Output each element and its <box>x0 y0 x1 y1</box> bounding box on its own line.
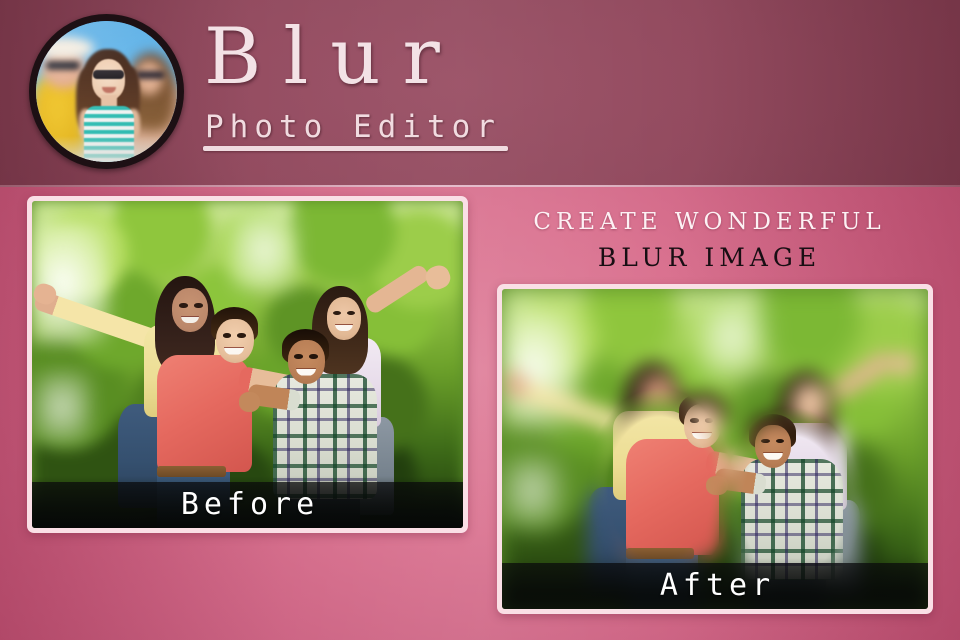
girl-yellow-eye-right <box>194 303 203 308</box>
boy-red-eye-right <box>237 333 246 338</box>
before-caption-label: Before <box>180 487 320 522</box>
girl-lilac-arm-right <box>363 262 431 316</box>
app-subtitle: Photo Editor <box>205 109 501 145</box>
app-screen: Blur Photo Editor CREATE WONDERFUL BLUR … <box>0 0 960 640</box>
after-photo-frame[interactable]: After <box>497 284 933 614</box>
girl-lilac-hand-right <box>422 262 454 293</box>
girl-lilac-face <box>326 297 362 340</box>
boy-plaid-face <box>288 339 325 384</box>
girl-yellow-face <box>172 287 209 332</box>
logo-left-figure-sunglasses <box>46 61 80 70</box>
boy-red-eye-left <box>222 333 232 338</box>
before-photo-frame[interactable]: Before <box>27 196 468 533</box>
boy-red-eye-right-sharp <box>704 418 714 423</box>
after-sharp-subject-mask <box>502 289 928 609</box>
after-photo: After <box>502 289 928 609</box>
app-title: Blur <box>204 12 462 102</box>
app-subtitle-underline <box>203 146 508 151</box>
logo-center-woman-face <box>92 59 125 100</box>
logo-left-figure-hat <box>36 37 94 59</box>
boy-plaid-eye-left <box>294 354 304 359</box>
boy-plaid-hand <box>238 392 261 412</box>
header-divider <box>0 185 960 187</box>
boy-red-tshirt-sharp <box>625 439 720 555</box>
boy-red-face-sharp <box>684 404 721 448</box>
app-logo-avatar <box>36 21 177 162</box>
before-scene <box>32 201 463 528</box>
boy-plaid-hand-sharp <box>706 476 728 496</box>
girl-yellow-eye-left <box>179 303 188 308</box>
boy-red-eye-left-sharp <box>690 418 699 423</box>
boy-plaid-eye-right <box>309 354 318 359</box>
app-logo[interactable] <box>29 14 184 169</box>
boy-red-tshirt <box>156 354 252 473</box>
logo-bottom-fade <box>36 136 177 162</box>
tagline-line-1: CREATE WONDERFUL <box>533 209 886 235</box>
boy-red-face <box>216 318 254 364</box>
logo-right-figure-sunglasses <box>135 71 165 79</box>
tagline-line-2: BLUR IMAGE <box>597 243 822 272</box>
before-caption-band: Before <box>32 482 463 528</box>
after-scene-sharp <box>502 289 928 609</box>
boy-plaid-face-sharp <box>755 425 792 468</box>
before-photo: Before <box>32 201 463 528</box>
logo-center-woman-sunglasses <box>93 70 124 79</box>
after-caption-label: After <box>659 568 776 603</box>
girl-lilac-eye-right <box>346 310 355 316</box>
after-caption-band: After <box>502 563 928 609</box>
